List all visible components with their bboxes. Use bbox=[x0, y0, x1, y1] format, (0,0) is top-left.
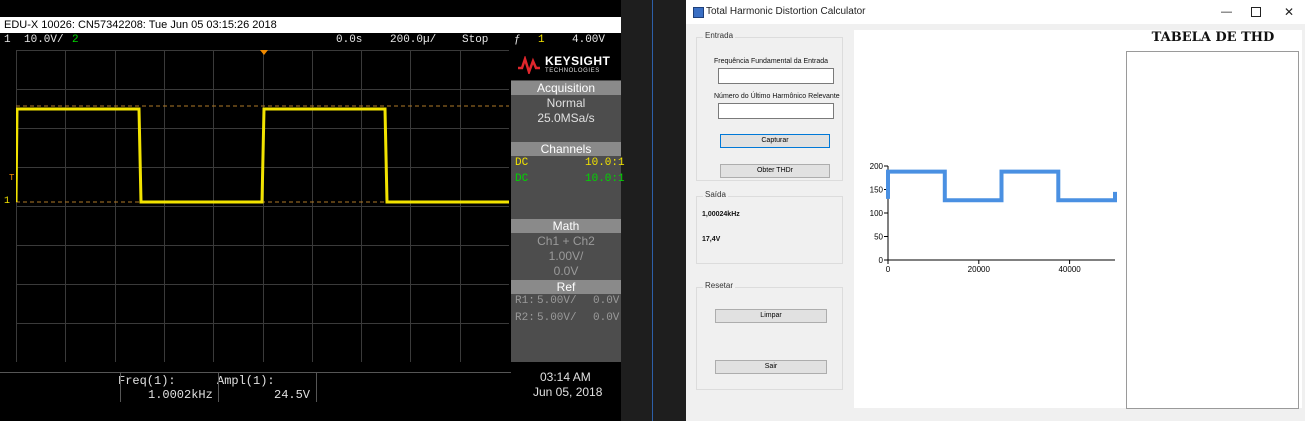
ch2-number: 2 bbox=[72, 34, 79, 46]
ref1-name: R1: bbox=[515, 295, 535, 307]
waveform-chart: 200 150 100 50 00 20000 40000 bbox=[870, 162, 1117, 274]
y-tick-label: 150 bbox=[870, 186, 884, 195]
ref2-scale: 5.00V/ bbox=[537, 312, 577, 324]
resetar-group: Resetar bbox=[696, 281, 843, 390]
app-title-bar: Total Harmonic Distortion Calculator — ✕ bbox=[686, 0, 1305, 24]
x-tick-label: 20000 bbox=[968, 265, 991, 274]
scope-graticule bbox=[16, 50, 509, 362]
saida-frequency: 1,00024kHz bbox=[702, 211, 740, 218]
window-divider bbox=[652, 0, 653, 421]
scope-title-bar: EDU-X 10026: CN57342208: Tue Jun 05 03:1… bbox=[0, 17, 621, 33]
capturar-button[interactable]: Capturar bbox=[720, 134, 830, 148]
scope-side-panel: Acquisition Normal 25.0MSa/s Channels DC… bbox=[511, 50, 625, 362]
scope-title: EDU-X 10026: CN57342208: Tue Jun 05 03:1… bbox=[4, 19, 277, 31]
time-scale: 200.0µ/ bbox=[390, 34, 437, 46]
brand-sub: TECHNOLOGIES bbox=[545, 68, 600, 74]
freq-label: Freq(1): bbox=[118, 374, 176, 388]
last-harmonic-input[interactable] bbox=[718, 103, 834, 119]
saida-title: Saída bbox=[703, 190, 728, 199]
math-offset: 0.0V bbox=[553, 264, 579, 278]
scope-measurement-bar: Freq(1): 1.0002kHz Ampl(1): 24.5V 03:14 … bbox=[0, 368, 621, 421]
acquisition-rate: 25.0MSa/s bbox=[537, 111, 595, 125]
saida-amplitude: 17,4V bbox=[702, 236, 721, 243]
ref2-name: R2: bbox=[515, 312, 535, 324]
sair-button[interactable]: Sair bbox=[715, 360, 827, 374]
app-title: Total Harmonic Distortion Calculator bbox=[706, 6, 866, 17]
trigger-level-marker: T bbox=[9, 173, 15, 183]
entrada-title: Entrada bbox=[703, 31, 736, 40]
math-scale: 1.00V/ bbox=[548, 249, 584, 263]
trigger-level: 4.00V bbox=[572, 34, 606, 46]
math-expression: Ch1 + Ch2 bbox=[537, 234, 595, 248]
waveform-chart-panel: 200 150 100 50 0 0 20000 40000 bbox=[854, 30, 1124, 408]
ch1-probe: 10.0:1 bbox=[585, 157, 625, 169]
x-tick-label: 40000 bbox=[1058, 265, 1081, 274]
waveform-series-line bbox=[886, 169, 1117, 203]
ampl-value: 24.5V bbox=[274, 388, 311, 402]
thd-table-title: TABELA DE THD bbox=[1151, 30, 1275, 45]
ch1-number: 1 bbox=[4, 34, 11, 46]
trigger-channel: 1 bbox=[538, 34, 545, 46]
minimize-icon[interactable]: — bbox=[1221, 0, 1232, 24]
obter-thdr-button[interactable]: Obter THDr bbox=[720, 164, 830, 178]
time-offset: 0.0s bbox=[336, 34, 363, 46]
acquisition-mode: Normal bbox=[546, 96, 586, 110]
oscilloscope-screenshot: EDU-X 10026: CN57342208: Tue Jun 05 03:1… bbox=[0, 0, 625, 421]
last-harmonic-label: Número do Último Harmônico Relevante bbox=[714, 93, 840, 100]
clock-time: 03:14 AM bbox=[540, 370, 591, 384]
freq-value: 1.0002kHz bbox=[148, 388, 213, 402]
clock-date: Jun 05, 2018 bbox=[533, 385, 603, 399]
ch1-scale: 10.0V/ bbox=[24, 34, 64, 46]
x-tick-label: 0 bbox=[886, 265, 891, 274]
ch1-coupling: DC bbox=[515, 157, 529, 169]
trigger-position-marker bbox=[260, 50, 268, 55]
y-tick-label: 100 bbox=[870, 209, 884, 218]
app-icon bbox=[693, 7, 704, 18]
keysight-logo: KEYSIGHT TECHNOLOGIES bbox=[511, 50, 621, 80]
run-state: Stop bbox=[462, 34, 489, 46]
close-icon[interactable]: ✕ bbox=[1284, 0, 1294, 24]
resetar-title: Resetar bbox=[703, 281, 736, 290]
ref-header: Ref bbox=[511, 280, 621, 294]
limpar-button[interactable]: Limpar bbox=[715, 309, 827, 323]
maximize-icon[interactable] bbox=[1251, 7, 1261, 17]
brand-name: KEYSIGHT bbox=[545, 54, 611, 68]
graticule-grid bbox=[16, 50, 509, 362]
y-tick-label: 50 bbox=[874, 233, 883, 242]
freq-fundamental-label: Frequência Fundamental da Entrada bbox=[714, 58, 829, 65]
y-tick-label: 0 bbox=[879, 256, 884, 265]
acquisition-header: Acquisition bbox=[511, 81, 621, 95]
trigger-icon: ƒ bbox=[514, 34, 521, 46]
thd-table-listbox[interactable] bbox=[1126, 51, 1299, 409]
ref2-offset: 0.0V bbox=[593, 312, 620, 324]
ref1-offset: 0.0V bbox=[593, 295, 620, 307]
ref1-scale: 5.00V/ bbox=[537, 295, 577, 307]
keysight-wave-icon bbox=[518, 56, 540, 74]
y-tick-label: 200 bbox=[870, 162, 884, 171]
ch1-trace bbox=[16, 107, 509, 204]
scope-status-bar: 1 10.0V/ 2 0.0s 200.0µ/ Stop ƒ 1 4.00V bbox=[0, 33, 621, 47]
freq-fundamental-input[interactable] bbox=[718, 68, 834, 84]
ch1-ground-marker: 1 bbox=[4, 196, 11, 207]
ampl-label: Ampl(1): bbox=[217, 374, 275, 388]
saida-group: Saída bbox=[696, 190, 843, 264]
ch2-coupling: DC bbox=[515, 173, 529, 185]
ch2-probe: 10.0:1 bbox=[585, 173, 625, 185]
math-header: Math bbox=[511, 219, 621, 233]
channels-header: Channels bbox=[511, 142, 621, 156]
thd-table-panel: TABELA DE THD bbox=[1124, 30, 1302, 409]
